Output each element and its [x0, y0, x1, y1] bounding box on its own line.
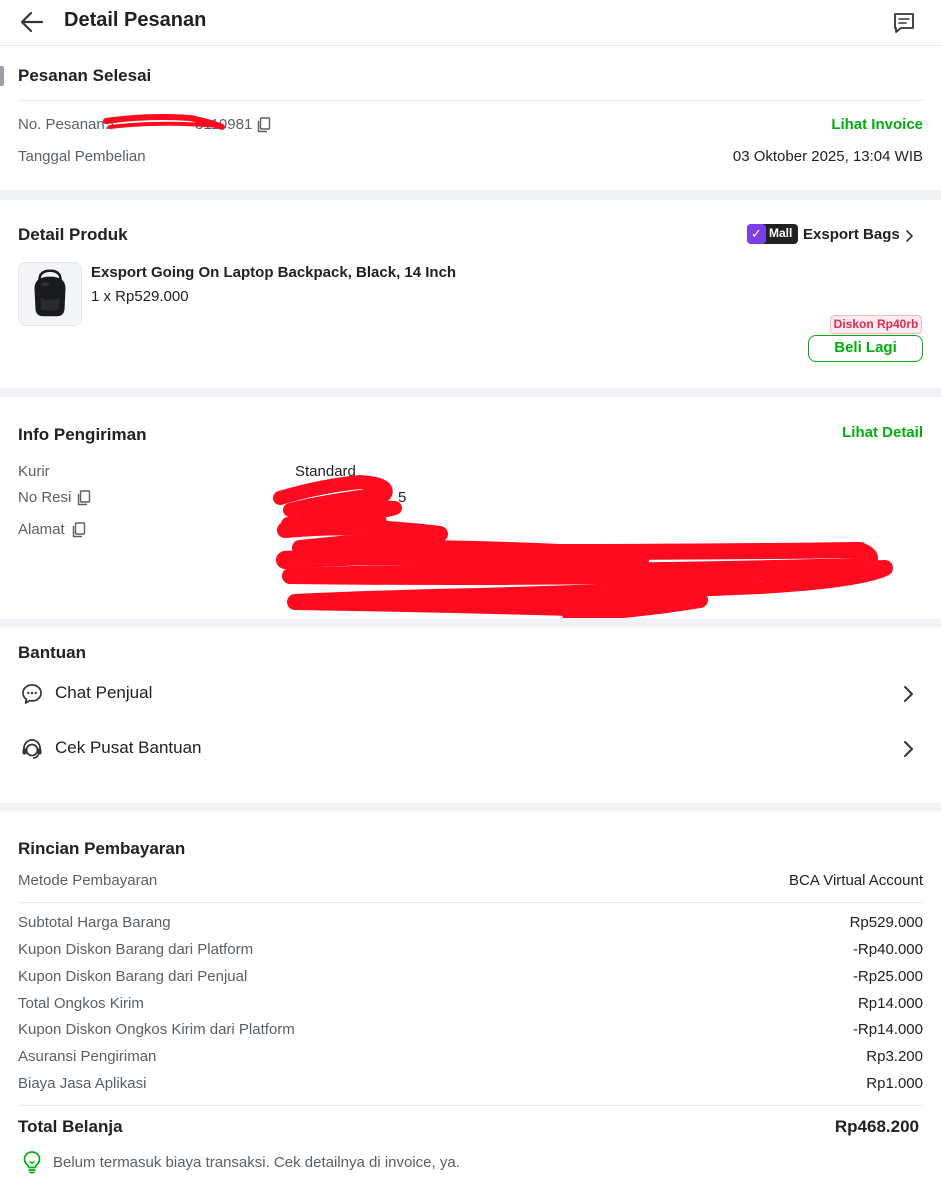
chevron-right-icon — [904, 741, 913, 757]
payment-row-label: Subtotal Harga Barang — [18, 914, 171, 931]
payment-row-label: Kupon Diskon Barang dari Penjual — [18, 968, 248, 985]
divider — [18, 1105, 923, 1106]
payment-row-value: -Rp40.000 — [852, 941, 923, 958]
product-thumbnail[interactable] — [18, 262, 82, 326]
shipping-section-title: Info Pengiriman — [18, 425, 147, 444]
courier-label: Kurir — [18, 463, 50, 480]
help-center-label: Cek Pusat Bantuan — [55, 738, 202, 757]
resi-value: 5 — [398, 489, 407, 506]
payment-row-value: -Rp25.000 — [852, 968, 923, 985]
copy-resi-icon[interactable] — [77, 490, 91, 506]
payment-row: Total Ongkos Kirim Rp14.000 — [0, 995, 941, 1017]
chat-bubble-icon — [22, 684, 42, 704]
lightbulb-icon — [23, 1151, 41, 1174]
discount-badge: Diskon Rp40rb — [830, 315, 922, 334]
section-separator — [0, 388, 941, 397]
chat-icon[interactable] — [891, 10, 917, 36]
order-status: Pesanan Selesai — [18, 66, 152, 85]
back-arrow-icon[interactable] — [18, 8, 46, 36]
page-title: Detail Pesanan — [64, 9, 207, 31]
transaction-fee-note: Belum termasuk biaya transaksi. Cek deta… — [53, 1154, 460, 1171]
order-number-prefix: 5 — [106, 116, 115, 133]
payment-method-label: Metode Pembayaran — [18, 872, 158, 889]
divider — [18, 100, 923, 101]
headset-icon — [22, 739, 42, 759]
payment-row: Kupon Diskon Barang dari Penjual -Rp25.0… — [0, 968, 941, 990]
chat-seller-row[interactable]: Chat Penjual — [0, 669, 941, 719]
purchase-date: 03 Oktober 2025, 13:04 WIB — [732, 148, 923, 165]
payment-row-value: Rp529.000 — [849, 914, 923, 931]
backpack-image — [34, 269, 66, 317]
payment-row-label: Kupon Diskon Ongkos Kirim dari Platform — [18, 1021, 295, 1038]
payment-row-label: Kupon Diskon Barang dari Platform — [18, 941, 254, 958]
copy-order-number-icon[interactable] — [257, 117, 271, 133]
product-qty-price: 1 x Rp529.000 — [91, 288, 189, 305]
section-separator — [0, 190, 941, 200]
payment-method-value: BCA Virtual Account — [789, 872, 923, 889]
payment-row: Biaya Jasa Aplikasi Rp1.000 — [0, 1075, 941, 1097]
payment-row-value: Rp3.200 — [866, 1048, 923, 1065]
buy-again-button[interactable]: Beli Lagi — [808, 335, 923, 362]
payment-section-title: Rincian Pembayaran — [18, 839, 186, 858]
courier-value: Standard — [295, 463, 356, 480]
payment-row: Kupon Diskon Ongkos Kirim dari Platform … — [0, 1021, 941, 1043]
chat-seller-label: Chat Penjual — [55, 683, 153, 702]
view-invoice-link[interactable]: Lihat Invoice — [831, 116, 923, 133]
order-number-label: No. Pesanan: — [18, 116, 109, 133]
payment-row-label: Biaya Jasa Aplikasi — [18, 1075, 147, 1092]
payment-row-value: Rp1.000 — [866, 1075, 923, 1092]
help-center-row[interactable]: Cek Pusat Bantuan — [0, 724, 941, 774]
chevron-right-icon[interactable] — [904, 229, 914, 243]
product-section-title: Detail Produk — [18, 225, 128, 244]
divider — [18, 902, 923, 903]
product-name[interactable]: Exsport Going On Laptop Backpack, Black,… — [91, 264, 456, 281]
shop-name[interactable]: Exsport Bags — [803, 226, 900, 243]
payment-row-label: Total Ongkos Kirim — [18, 995, 144, 1012]
payment-row-value: Rp14.000 — [857, 995, 923, 1012]
status-indicator — [0, 66, 4, 86]
copy-address-icon[interactable] — [72, 522, 86, 538]
mall-badge-label: Mall — [769, 226, 793, 240]
order-number-suffix: 3110981 — [195, 116, 253, 133]
purchase-date-label: Tanggal Pembelian — [18, 148, 146, 165]
help-section-title: Bantuan — [18, 643, 86, 662]
shipping-detail-link[interactable]: Lihat Detail — [842, 424, 923, 441]
top-bar: Detail Pesanan — [0, 0, 941, 46]
payment-method-row: Metode Pembayaran BCA Virtual Account — [0, 872, 941, 894]
payment-row-label: Asuransi Pengiriman — [18, 1048, 157, 1065]
mall-badge: ✓ Mall — [747, 224, 798, 244]
total-value: Rp468.200 — [834, 1117, 919, 1136]
check-icon: ✓ — [747, 224, 766, 244]
section-separator — [0, 802, 941, 811]
resi-label: No Resi — [18, 489, 72, 506]
total-label: Total Belanja — [18, 1117, 123, 1136]
chevron-right-icon — [904, 686, 913, 702]
payment-row-value: -Rp14.000 — [852, 1021, 923, 1038]
section-separator — [0, 618, 941, 627]
address-label: Alamat — [18, 521, 65, 538]
payment-row: Subtotal Harga Barang Rp529.000 — [0, 914, 941, 936]
payment-row: Asuransi Pengiriman Rp3.200 — [0, 1048, 941, 1070]
payment-row: Kupon Diskon Barang dari Platform -Rp40.… — [0, 941, 941, 963]
